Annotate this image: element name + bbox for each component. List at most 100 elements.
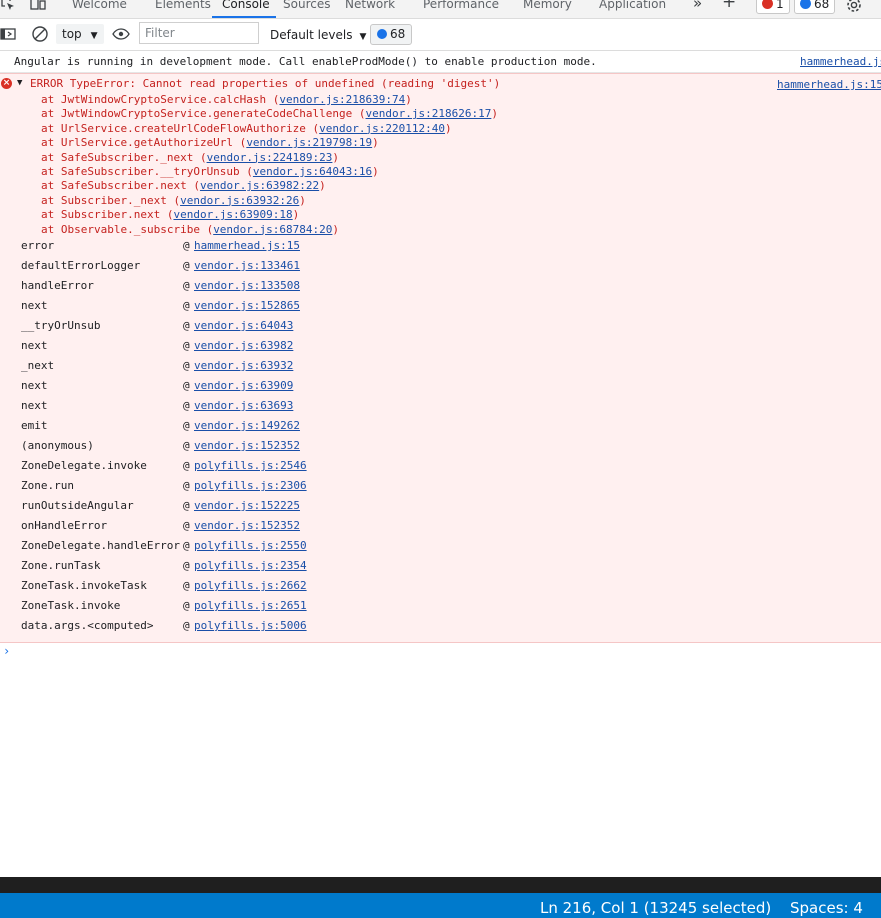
issues-count: 68 — [390, 27, 406, 41]
devtools-tab-bar: Welcome Elements Console Sources Network… — [0, 0, 881, 19]
call-stack-source-link[interactable]: polyfills.js:2306 — [194, 479, 307, 493]
call-stack-source-link[interactable]: vendor.js:152352 — [194, 439, 300, 453]
call-stack-function: _next — [21, 359, 55, 372]
at-symbol: @ — [183, 559, 190, 572]
call-stack-source-link[interactable]: polyfills.js:2550 — [194, 539, 307, 553]
tab-application[interactable]: Application — [599, 0, 666, 11]
indentation-setting[interactable]: Spaces: 4 — [790, 899, 863, 917]
at-symbol: @ — [183, 259, 190, 272]
call-stack-source-link[interactable]: hammerhead.js:15 — [194, 239, 300, 253]
live-expression-eye-icon[interactable] — [112, 27, 130, 44]
chevron-down-icon: ▼ — [359, 32, 367, 42]
sidebar-toggle-icon[interactable] — [0, 26, 16, 45]
filter-input[interactable] — [139, 22, 259, 44]
call-stack-source-link[interactable]: vendor.js:149262 — [194, 419, 300, 433]
trace-close-paren: ) — [292, 208, 300, 222]
call-stack-function: (anonymous) — [21, 439, 94, 452]
at-symbol: @ — [183, 539, 190, 552]
settings-icon[interactable] — [845, 0, 863, 14]
cursor-position[interactable]: Ln 216, Col 1 (13245 selected) — [540, 899, 771, 917]
trace-function: at Observable._subscribe ( — [41, 222, 214, 236]
info-source-link[interactable]: hammerhead.js — [800, 55, 881, 68]
more-tabs-icon[interactable]: » — [693, 0, 702, 12]
context-selector[interactable]: top ▼ — [56, 24, 104, 44]
trace-close-paren: ) — [445, 121, 452, 135]
add-tab-icon[interactable]: + — [722, 0, 736, 12]
trace-close-paren: ) — [491, 107, 498, 121]
tab-sources[interactable]: Sources — [283, 0, 330, 11]
issues-message-icon — [377, 29, 387, 39]
trace-source-link[interactable]: vendor.js:63982:22 — [200, 179, 319, 192]
trace-source-link[interactable]: vendor.js:218639:74 — [279, 93, 405, 106]
tab-elements[interactable]: Elements — [155, 0, 211, 11]
trace-function: at UrlService.getAuthorizeUrl ( — [41, 136, 247, 150]
call-stack-function: Zone.run — [21, 479, 74, 492]
call-stack-source-link[interactable]: vendor.js:152225 — [194, 499, 300, 513]
error-source-link[interactable]: hammerhead.js:15 — [777, 78, 881, 91]
log-levels-dropdown[interactable]: Default levels ▼ — [270, 28, 366, 42]
at-symbol: @ — [183, 519, 190, 532]
call-stack-source-link[interactable]: polyfills.js:2651 — [194, 599, 307, 613]
call-stack-source-link[interactable]: vendor.js:63693 — [194, 399, 293, 413]
tab-network[interactable]: Network — [345, 0, 395, 11]
at-symbol: @ — [183, 419, 190, 432]
device-toolbar-icon[interactable] — [30, 0, 48, 14]
trace-source-link[interactable]: vendor.js:63932:26 — [180, 194, 299, 207]
call-stack-function: ZoneTask.invokeTask — [21, 579, 147, 592]
trace-source-link[interactable]: vendor.js:218626:17 — [366, 107, 492, 120]
trace-source-link[interactable]: vendor.js:219798:19 — [246, 136, 372, 149]
message-count: 68 — [814, 0, 830, 11]
trace-source-link[interactable]: vendor.js:220112:40 — [319, 122, 445, 135]
console-prompt-icon[interactable]: › — [3, 644, 10, 658]
message-badge-icon — [800, 0, 811, 9]
issues-button[interactable]: 68 — [370, 24, 413, 45]
call-stack-function: next — [21, 339, 48, 352]
tab-welcome[interactable]: Welcome — [72, 0, 127, 11]
at-symbol: @ — [183, 499, 190, 512]
at-symbol: @ — [183, 579, 190, 592]
tab-performance[interactable]: Performance — [423, 0, 499, 11]
at-symbol: @ — [183, 379, 190, 392]
call-stack-source-link[interactable]: polyfills.js:2546 — [194, 459, 307, 473]
at-symbol: @ — [183, 599, 190, 612]
error-icon: × — [1, 78, 12, 89]
trace-source-link[interactable]: vendor.js:64043:16 — [253, 165, 372, 178]
stack-trace-line: at SafeSubscriber._next (vendor.js:22418… — [41, 151, 339, 165]
call-stack-source-link[interactable]: vendor.js:133508 — [194, 279, 300, 293]
call-stack-source-link[interactable]: vendor.js:152865 — [194, 299, 300, 313]
trace-function: at SafeSubscriber._next ( — [41, 150, 207, 164]
call-stack-source-link[interactable]: polyfills.js:2354 — [194, 559, 307, 573]
error-count-badge[interactable]: 1 — [756, 0, 790, 14]
stack-trace-line: at SafeSubscriber.__tryOrUnsub (vendor.j… — [41, 165, 379, 179]
call-stack-function: data.args.<computed> — [21, 619, 154, 632]
inspect-icon[interactable] — [0, 0, 18, 14]
stack-trace-line: at Subscriber._next (vendor.js:63932:26) — [41, 194, 306, 208]
trace-source-link[interactable]: vendor.js:68784:20 — [213, 223, 332, 236]
call-stack-function: defaultErrorLogger — [21, 259, 141, 272]
call-stack-function: error — [21, 239, 55, 252]
call-stack-source-link[interactable]: vendor.js:63982 — [194, 339, 293, 353]
error-header-text: ERROR TypeError: Cannot read properties … — [30, 77, 501, 90]
message-count-badge[interactable]: 68 — [794, 0, 836, 14]
call-stack-source-link[interactable]: vendor.js:64043 — [194, 319, 293, 333]
call-stack-source-link[interactable]: polyfills.js:2662 — [194, 579, 307, 593]
trace-close-paren: ) — [405, 93, 412, 106]
at-symbol: @ — [183, 479, 190, 492]
clear-console-icon[interactable] — [31, 25, 49, 46]
tab-memory[interactable]: Memory — [523, 0, 572, 11]
trace-source-link[interactable]: vendor.js:63909:18 — [173, 208, 292, 221]
call-stack-source-link[interactable]: vendor.js:152352 — [194, 519, 300, 533]
chevron-down-icon: ▼ — [90, 31, 98, 41]
call-stack-function: ZoneDelegate.handleError — [21, 539, 180, 552]
call-stack-source-link[interactable]: vendor.js:133461 — [194, 259, 300, 273]
call-stack-source-link[interactable]: vendor.js:63932 — [194, 359, 293, 373]
trace-source-link[interactable]: vendor.js:224189:23 — [207, 151, 333, 164]
at-symbol: @ — [183, 299, 190, 312]
info-message-text: Angular is running in development mode. … — [14, 55, 597, 68]
expand-triangle-icon[interactable]: ▼ — [17, 78, 22, 88]
call-stack-source-link[interactable]: vendor.js:63909 — [194, 379, 293, 393]
call-stack-source-link[interactable]: polyfills.js:5006 — [194, 619, 307, 633]
tab-console[interactable]: Console — [222, 0, 270, 11]
trace-function: at Subscriber._next ( — [41, 193, 181, 207]
at-symbol: @ — [183, 239, 190, 252]
